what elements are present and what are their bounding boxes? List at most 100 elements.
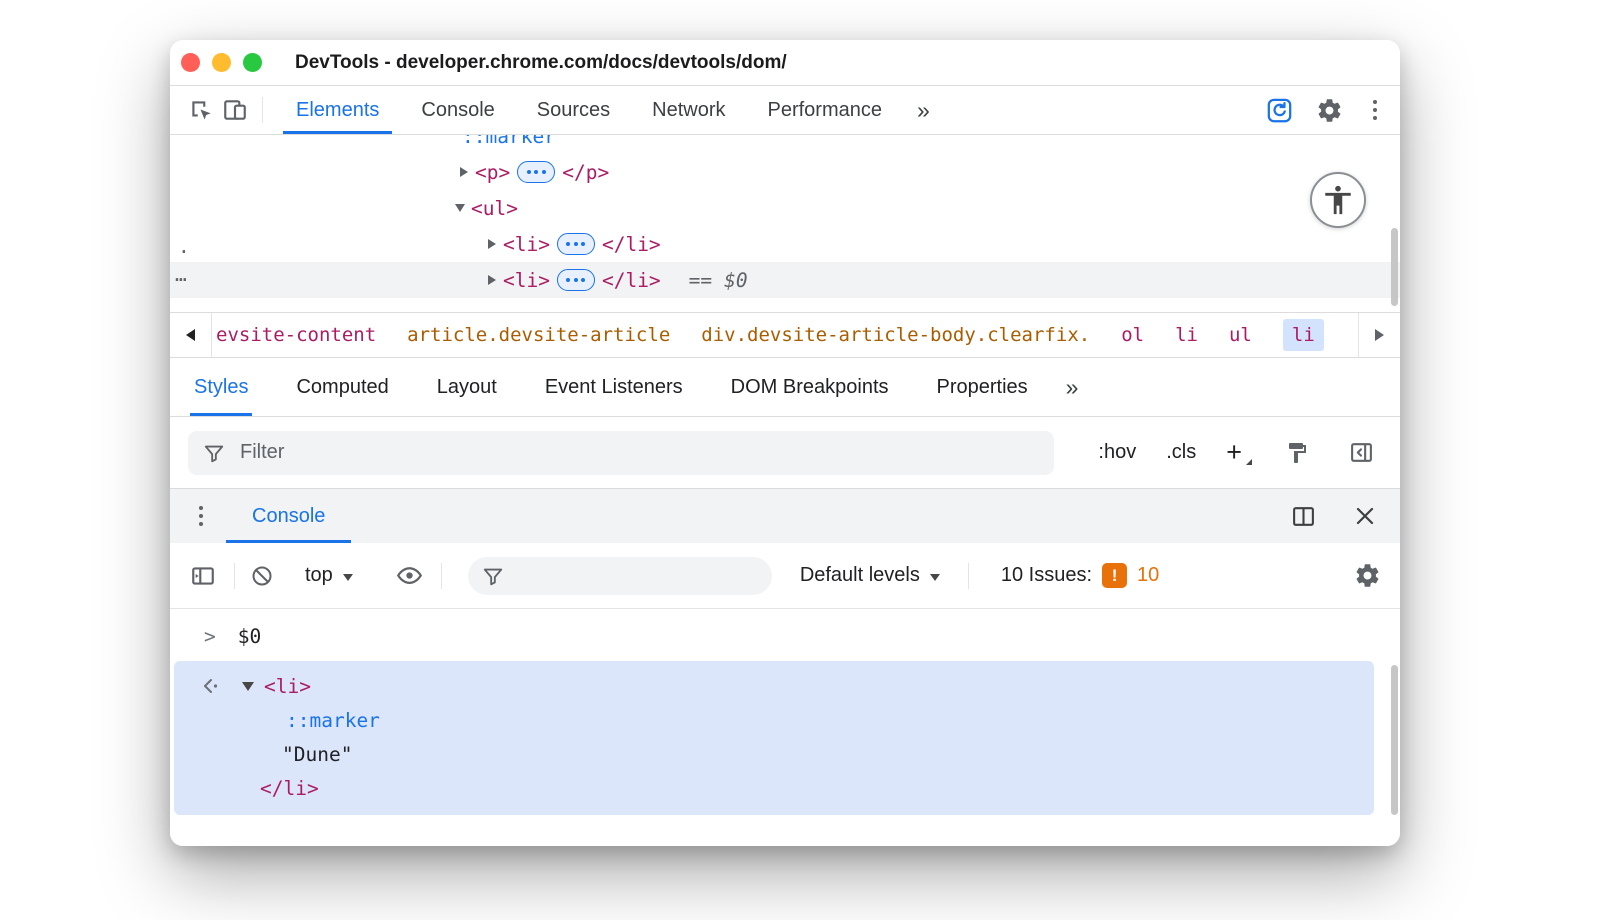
tab-network[interactable]: Network <box>631 86 746 134</box>
issues-counter-button[interactable]: 10 Issues: ! 10 <box>1001 563 1159 588</box>
li-open-tag: <li> <box>503 233 550 256</box>
drawer-menu-button[interactable] <box>188 501 214 531</box>
main-menu-button[interactable] <box>1362 95 1388 125</box>
ellipsis-expand-button[interactable] <box>557 233 595 255</box>
toggle-sidebar-button[interactable] <box>1344 436 1378 470</box>
tab-event-listeners[interactable]: Event Listeners <box>521 358 707 416</box>
result-string-value: "Dune" <box>282 743 352 766</box>
drawer-header-actions <box>1286 499 1382 533</box>
tree-row[interactable]: <p> </p> <box>170 154 1400 190</box>
issues-icon: ! <box>1102 563 1127 588</box>
split-panel-button[interactable] <box>1286 499 1320 533</box>
pseudo-marker-node: ::marker <box>462 135 556 148</box>
settings-button[interactable] <box>1312 93 1346 127</box>
result-open-tag: <li> <box>264 675 311 698</box>
close-icon <box>1353 504 1377 528</box>
result-line: </li> <box>174 771 1374 805</box>
breadcrumb-item[interactable]: ul <box>1229 324 1252 346</box>
breadcrumb-item[interactable]: evsite-content <box>216 324 376 346</box>
tab-properties[interactable]: Properties <box>913 358 1052 416</box>
breadcrumb-item[interactable]: ol <box>1121 324 1144 346</box>
more-sidebar-tabs-button[interactable]: » <box>1052 374 1093 401</box>
result-line: ::marker <box>174 703 1374 737</box>
element-classes-button[interactable]: .cls <box>1166 441 1196 464</box>
toolbar-divider <box>968 563 969 589</box>
device-toolbar-icon <box>222 97 248 123</box>
expand-arrow-icon[interactable] <box>453 167 475 177</box>
expand-arrow-icon[interactable] <box>481 275 503 285</box>
new-style-rule-button[interactable]: + <box>1226 437 1250 468</box>
toggle-element-state-button[interactable]: :hov <box>1098 441 1136 464</box>
styles-filter-input[interactable]: Filter <box>188 431 1054 475</box>
result-line: "Dune" <box>174 737 1374 771</box>
tab-dom-breakpoints[interactable]: DOM Breakpoints <box>707 358 913 416</box>
more-tabs-button[interactable]: » <box>903 97 944 124</box>
gear-icon <box>1354 562 1381 589</box>
console-result-block[interactable]: <li> ::marker "Dune" </li> <box>174 661 1374 815</box>
console-settings-button[interactable] <box>1350 559 1384 593</box>
console-sidebar-icon <box>190 563 216 589</box>
dock-sidebar-icon <box>1349 440 1374 465</box>
ellipsis-expand-button[interactable] <box>517 161 555 183</box>
console-filter-input[interactable] <box>468 557 772 595</box>
sync-button[interactable] <box>1262 93 1296 127</box>
tab-console-drawer[interactable]: Console <box>226 489 351 543</box>
breadcrumb-item[interactable]: div.devsite-article-body.clearfix. <box>701 324 1090 346</box>
rendering-button[interactable] <box>1280 436 1314 470</box>
result-line: <li> <box>174 669 1374 703</box>
clear-console-icon <box>250 564 274 588</box>
console-scrollbar-thumb[interactable] <box>1391 665 1398 815</box>
gutter-dot: . <box>178 235 190 258</box>
accessibility-person-icon <box>1321 183 1355 217</box>
titlebar: DevTools - developer.chrome.com/docs/dev… <box>170 40 1400 86</box>
device-toolbar-button[interactable] <box>218 93 252 127</box>
tab-sources[interactable]: Sources <box>516 86 631 134</box>
log-levels-label: Default levels <box>800 564 920 587</box>
tab-styles[interactable]: Styles <box>170 358 272 416</box>
create-live-expression-button[interactable] <box>393 559 427 593</box>
chevron-down-icon <box>930 574 940 581</box>
eye-icon <box>396 562 423 589</box>
close-window-button[interactable] <box>181 53 200 72</box>
minimize-window-button[interactable] <box>212 53 231 72</box>
issues-label: 10 Issues: <box>1001 564 1092 587</box>
breadcrumb-scroll-left-button[interactable] <box>170 313 212 357</box>
tab-layout[interactable]: Layout <box>413 358 521 416</box>
ul-open-tag: <ul> <box>471 197 518 220</box>
tab-elements[interactable]: Elements <box>275 86 400 134</box>
clear-console-button[interactable] <box>245 559 279 593</box>
collapse-arrow-icon[interactable] <box>236 682 260 691</box>
toolbar-right-icons <box>1262 93 1400 127</box>
tab-performance[interactable]: Performance <box>747 86 904 134</box>
collapse-arrow-icon[interactable] <box>449 204 471 212</box>
expand-arrow-icon[interactable] <box>481 239 503 249</box>
tree-row[interactable]: <li> </li> <box>170 226 1400 262</box>
li-close-tag: </li> <box>602 233 661 256</box>
console-sidebar-button[interactable] <box>186 559 220 593</box>
tab-console[interactable]: Console <box>400 86 515 134</box>
tab-computed[interactable]: Computed <box>272 358 412 416</box>
selected-node-equals: == <box>689 269 712 292</box>
tree-row[interactable]: <ul> <box>170 190 1400 226</box>
breadcrumb-item[interactable]: article.devsite-article <box>407 324 670 346</box>
breadcrumb-item[interactable]: li <box>1175 324 1198 346</box>
javascript-context-selector[interactable]: top <box>305 564 353 587</box>
elements-scrollbar-thumb[interactable] <box>1391 228 1398 306</box>
console-prompt-chevron: > <box>204 625 216 648</box>
panel-tabs: Elements Console Sources Network Perform… <box>275 86 903 134</box>
li-close-tag: </li> <box>602 269 661 292</box>
accessibility-overlay-button[interactable] <box>1310 172 1366 228</box>
ellipsis-expand-button[interactable] <box>557 269 595 291</box>
styles-filter-row: Filter :hov .cls + <box>170 417 1400 489</box>
breadcrumb-item-selected[interactable]: li <box>1283 319 1324 351</box>
close-drawer-button[interactable] <box>1348 499 1382 533</box>
zoom-window-button[interactable] <box>243 53 262 72</box>
breadcrumb: evsite-content article.devsite-article d… <box>170 312 1400 358</box>
log-levels-selector[interactable]: Default levels <box>800 564 940 587</box>
tree-row-selected[interactable]: <li> </li> == $0 <box>170 262 1400 298</box>
tree-row[interactable]: ::marker <box>170 135 1400 154</box>
split-panel-icon <box>1291 504 1316 529</box>
inspect-element-button[interactable] <box>184 93 218 127</box>
breadcrumb-scroll-right-button[interactable] <box>1358 313 1400 357</box>
console-messages: > $0 <li> ::marker "Dune" </ <box>170 609 1400 846</box>
